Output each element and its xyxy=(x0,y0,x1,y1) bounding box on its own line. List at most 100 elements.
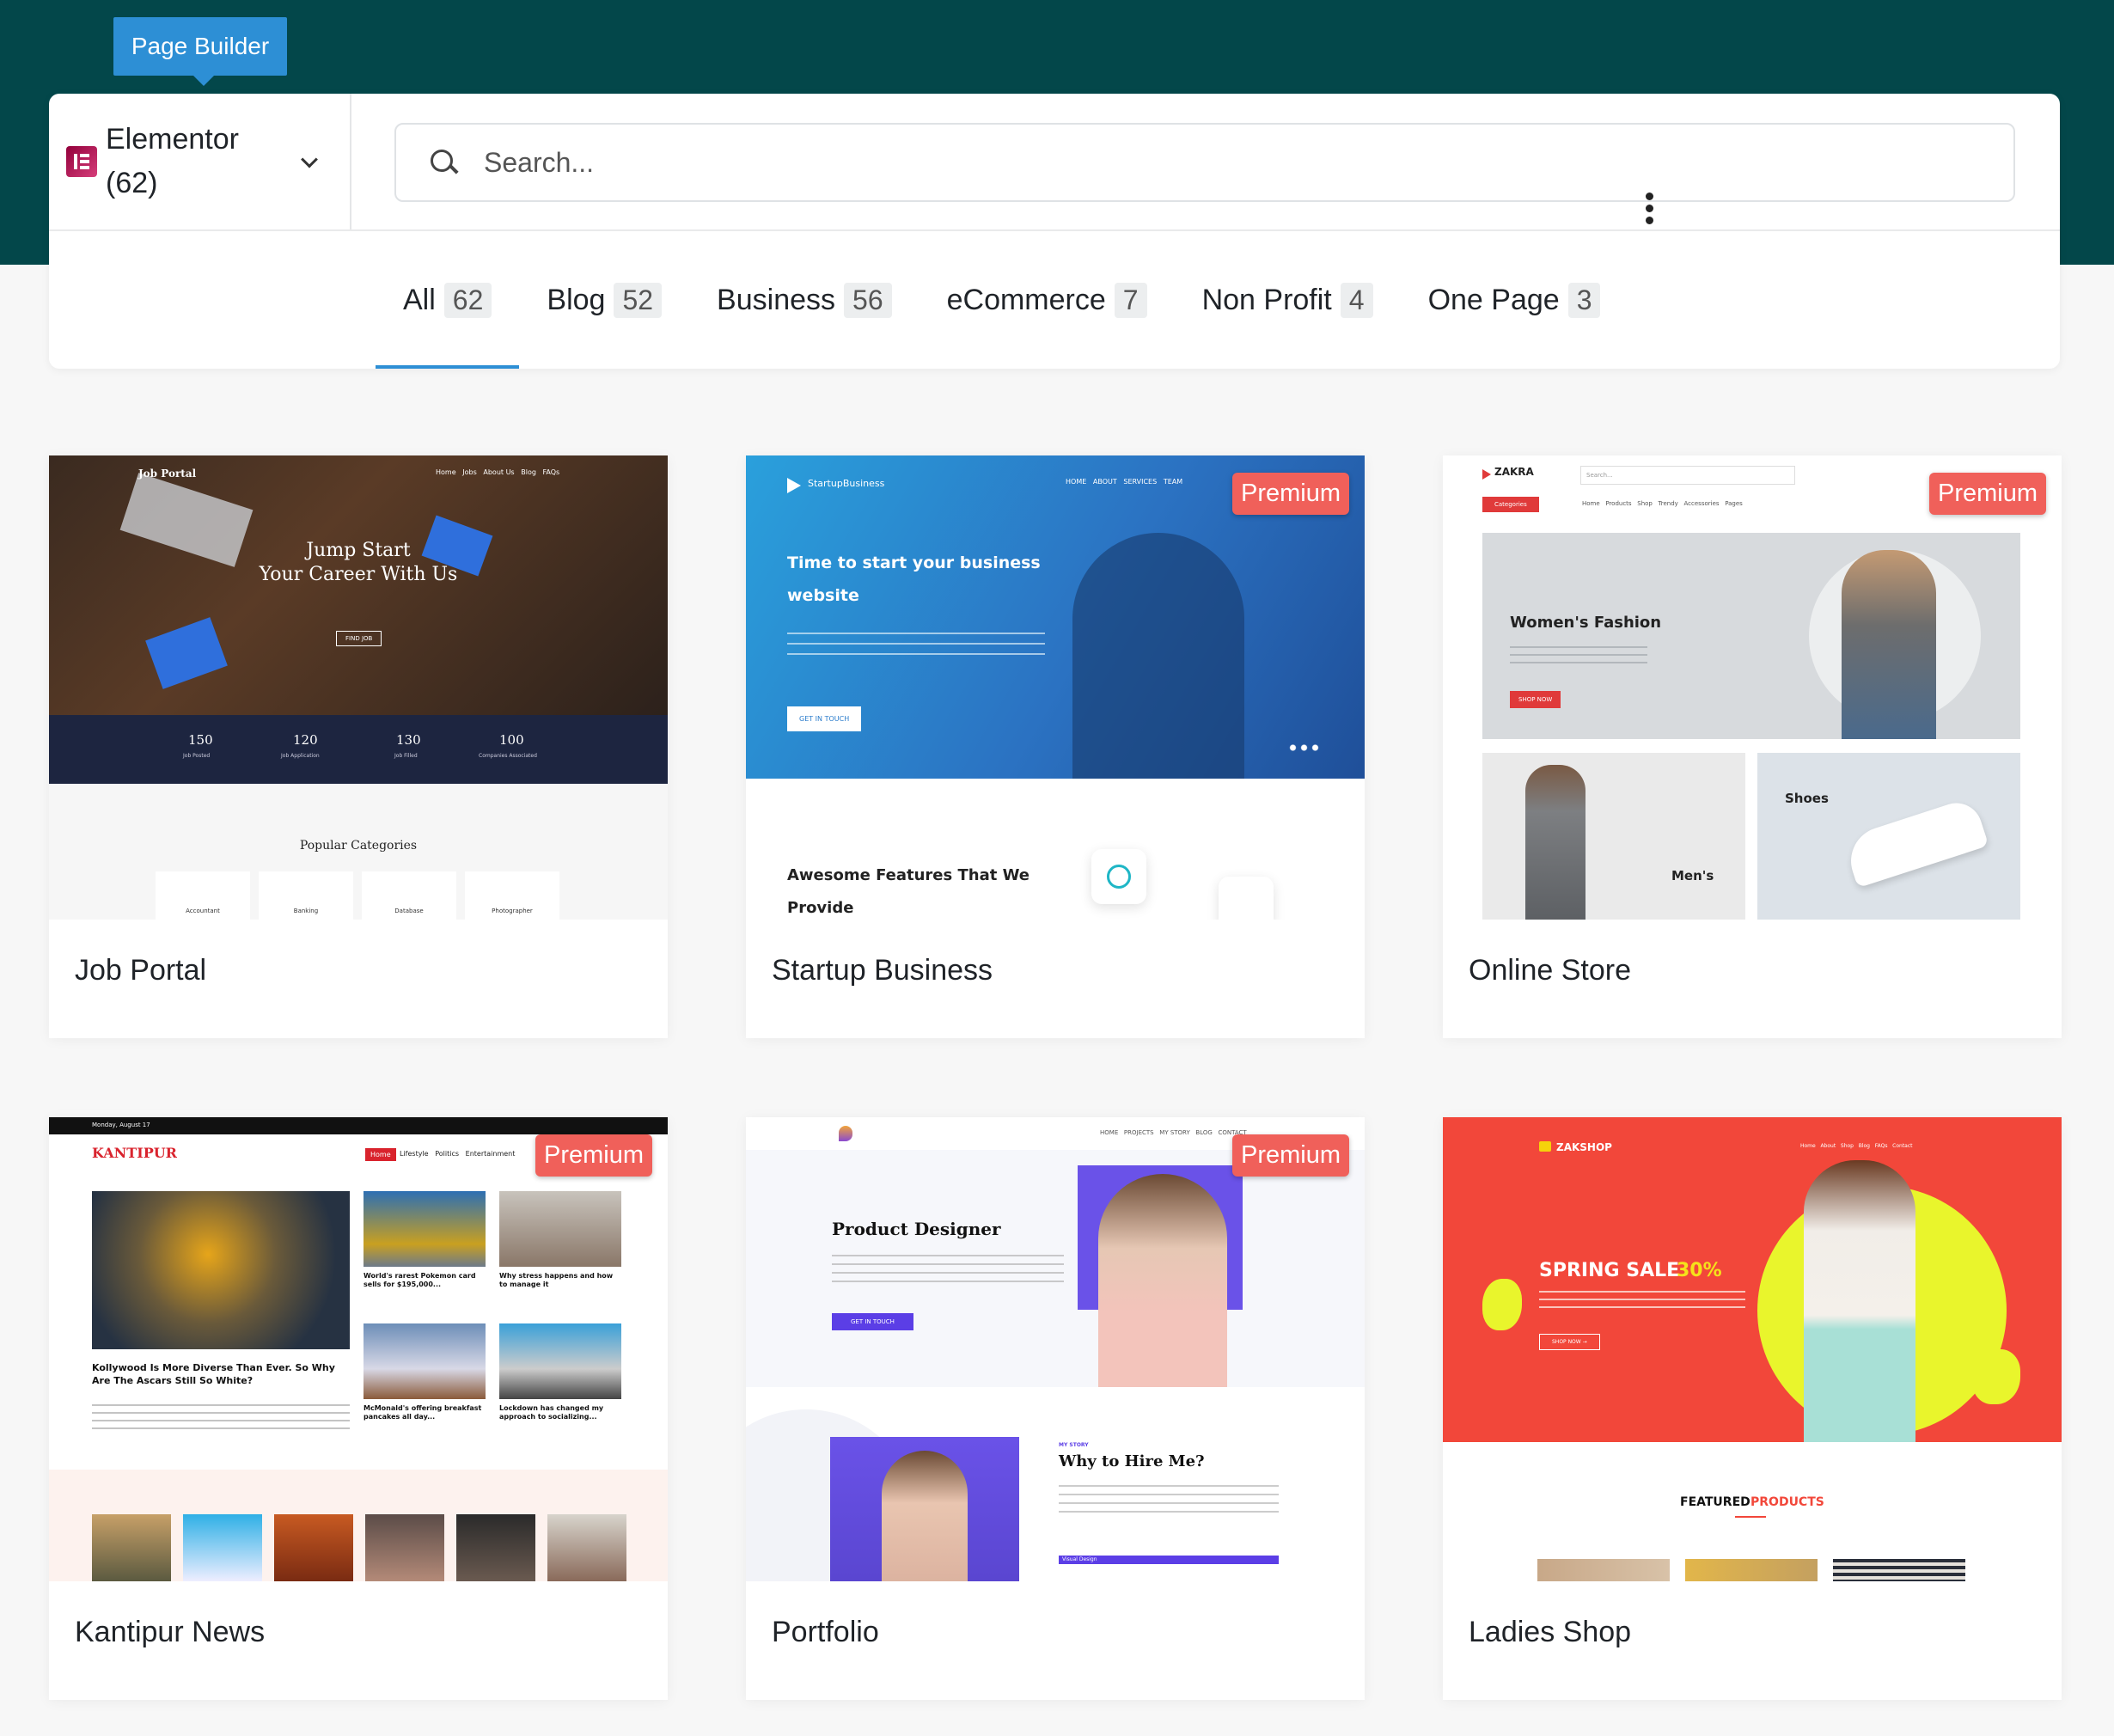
stat-value: 150 xyxy=(188,732,213,748)
stat-label: Job Posted xyxy=(183,753,211,759)
category-label: Accountant xyxy=(186,908,220,914)
story-image xyxy=(499,1191,621,1267)
template-title: Online Store xyxy=(1469,954,1631,987)
product-thumb xyxy=(1537,1559,1670,1581)
preview-brand: Job Portal xyxy=(138,468,197,480)
tab-blog[interactable]: Blog 52 xyxy=(519,231,689,369)
category-tile: Database xyxy=(362,871,456,920)
preview-button: FIND JOB xyxy=(336,631,382,646)
more-options-icon[interactable] xyxy=(1640,189,1660,229)
category-label: Database xyxy=(394,908,424,914)
slider-dots xyxy=(1287,744,1322,751)
template-title: Job Portal xyxy=(75,954,207,987)
model-figure xyxy=(1804,1160,1915,1442)
template-thumbnail: Job Portal Home Jobs About Us Blog FAQs … xyxy=(49,455,668,920)
yellow-blob xyxy=(1972,1349,2020,1404)
tab-label: eCommerce xyxy=(946,283,1106,316)
preview-story-label: MY STORY xyxy=(1059,1442,1089,1448)
send-icon xyxy=(1219,877,1274,920)
preview-nav: Home About Shop Blog FAQs Contact xyxy=(1800,1143,1913,1149)
template-card-startup-business[interactable]: StartupBusiness HOME ABOUT SERVICES TEAM… xyxy=(746,455,1365,1038)
template-title: Startup Business xyxy=(772,954,993,987)
stat-label: Job Application xyxy=(281,753,320,759)
lorem-lines xyxy=(92,1404,350,1430)
preview-date: Monday, August 17 xyxy=(92,1122,150,1128)
story-image xyxy=(499,1323,621,1399)
tab-count: 4 xyxy=(1340,282,1373,318)
category-label: Banking xyxy=(293,908,319,914)
preview-nav: HOME PROJECTS MY STORY BLOG CONTACT xyxy=(1100,1129,1247,1136)
preview-nav: HOME ABOUT SERVICES TEAM xyxy=(1066,478,1183,486)
template-card-kantipur-news[interactable]: Monday, August 17 KANTIPUR Home Lifestyl… xyxy=(49,1117,668,1700)
template-thumbnail: HOME PROJECTS MY STORY BLOG CONTACT Prod… xyxy=(746,1117,1365,1581)
hero-portrait xyxy=(1098,1174,1227,1387)
tab-one-page[interactable]: One Page 3 xyxy=(1401,231,1628,369)
gallery-thumb xyxy=(274,1514,353,1581)
preview-hire: Why to Hire Me? xyxy=(1059,1452,1205,1470)
stat-label: Job Filled xyxy=(394,753,418,759)
preview-hero-line2: website xyxy=(787,586,859,605)
preview-search: Search... xyxy=(1580,466,1795,485)
template-card-online-store[interactable]: ZAKRA Search... Categories Home Products… xyxy=(1443,455,2062,1038)
model-figure xyxy=(1842,550,1936,739)
gallery-thumb xyxy=(456,1514,535,1581)
filter-panel: Elementor (62) All62 Blog52 Business56 e… xyxy=(49,94,2060,369)
gallery-thumb xyxy=(183,1514,262,1581)
preview-brand: StartupBusiness xyxy=(808,478,885,489)
gallery-thumb xyxy=(365,1514,444,1581)
story-image xyxy=(364,1191,486,1267)
preview-nav: Home Products Shop Trendy Accessories Pa… xyxy=(1582,500,1743,507)
search-box xyxy=(394,123,2015,202)
template-card-job-portal[interactable]: Job Portal Home Jobs About Us Blog FAQs … xyxy=(49,455,668,1038)
preview-feature-line2: Provide xyxy=(787,899,854,917)
tile-mens xyxy=(1482,753,1745,920)
search-icon xyxy=(429,148,458,177)
portfolio-logo-icon xyxy=(839,1126,852,1141)
preview-hero: SPRING SALE xyxy=(1539,1260,1680,1281)
template-title: Portfolio xyxy=(772,1616,879,1648)
person-silhouette xyxy=(1072,533,1244,779)
preview-hero: Women's Fashion xyxy=(1510,614,1662,632)
page-builder-tooltip: Page Builder xyxy=(113,17,287,86)
elementor-logo-icon xyxy=(66,146,97,177)
page-builder-count: (62) xyxy=(106,167,158,199)
story-headline: Why stress happens and how to manage it xyxy=(499,1272,614,1289)
chevron-down-icon[interactable] xyxy=(301,150,318,168)
tab-label: Blog xyxy=(547,283,606,316)
category-tile: Accountant xyxy=(156,871,250,920)
gallery-thumb xyxy=(547,1514,626,1581)
tab-label: One Page xyxy=(1427,283,1560,316)
story-headline: Lockdown has changed my approach to soci… xyxy=(499,1404,604,1421)
stat-value: 120 xyxy=(293,732,318,748)
preview-brand: KANTIPUR xyxy=(92,1145,177,1161)
tab-label: Non Profit xyxy=(1201,283,1332,316)
template-card-portfolio[interactable]: HOME PROJECTS MY STORY BLOG CONTACT Prod… xyxy=(746,1117,1365,1700)
tab-count: 62 xyxy=(443,282,492,318)
stat-value: 100 xyxy=(499,732,524,748)
tab-label: Business xyxy=(717,283,836,316)
tab-business[interactable]: Business 56 xyxy=(689,231,920,369)
page-builder-select[interactable]: Elementor (62) xyxy=(49,94,351,229)
skill-label: Visual Design xyxy=(1062,1556,1097,1562)
store-logo-icon xyxy=(1482,469,1491,480)
story-headline: World's rarest Pokemon card sells for $1… xyxy=(364,1272,476,1289)
template-title: Kantipur News xyxy=(75,1616,266,1648)
heading-underline xyxy=(1735,1516,1766,1518)
template-thumbnail: Monday, August 17 KANTIPUR Home Lifestyl… xyxy=(49,1117,668,1581)
preview-section-title: Popular Categories xyxy=(299,839,418,853)
premium-badge: Premium xyxy=(535,1134,652,1177)
preview-nav: Home Jobs About Us Blog FAQs xyxy=(436,468,560,476)
template-card-ladies-shop[interactable]: ZAKSHOP Home About Shop Blog FAQs Contac… xyxy=(1443,1117,2062,1700)
preview-button: SHOP NOW → xyxy=(1539,1334,1600,1350)
smile-icon xyxy=(1091,849,1146,904)
preview-featured: FEATURED xyxy=(1680,1495,1750,1509)
tab-ecommerce[interactable]: eCommerce 7 xyxy=(920,231,1175,369)
gallery-thumb xyxy=(92,1514,171,1581)
preview-nav: Lifestyle Politics Entertainment xyxy=(400,1150,516,1158)
preview-hero-line1: Time to start your business xyxy=(787,553,1041,572)
lead-image xyxy=(92,1191,350,1349)
lorem-lines xyxy=(787,633,1045,663)
search-input[interactable] xyxy=(484,146,1945,179)
tab-non-profit[interactable]: Non Profit 4 xyxy=(1175,231,1401,369)
tab-all[interactable]: All 62 xyxy=(376,231,520,369)
